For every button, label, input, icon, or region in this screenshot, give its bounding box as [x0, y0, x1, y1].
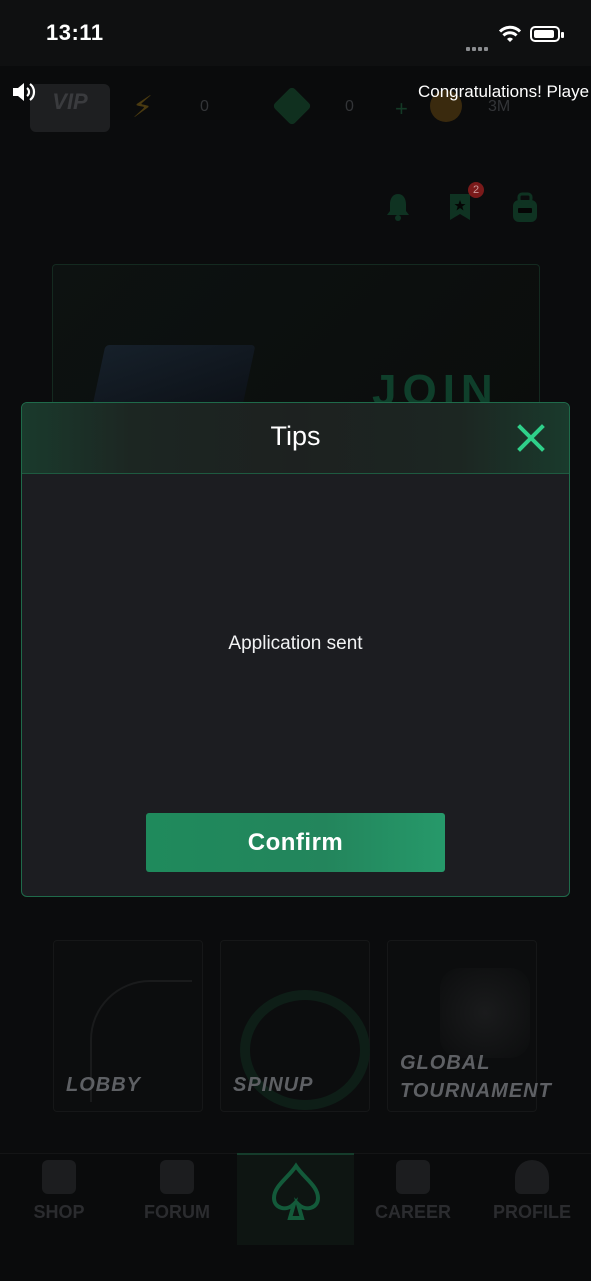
bag-icon[interactable] [510, 192, 540, 224]
tournament-label-line2: TOURNAMENT [400, 1080, 552, 1102]
wifi-icon [498, 24, 522, 49]
nav-profile[interactable]: PROFILE [473, 1160, 591, 1230]
lobby-label: LOBBY [66, 1074, 141, 1096]
notification-badge: 2 [468, 182, 484, 198]
nav-shop[interactable]: SHOP [0, 1160, 118, 1230]
gem-count: 0 [345, 98, 354, 115]
dialog-message: Application sent [228, 633, 363, 654]
nav-forum-label: FORUM [144, 1202, 210, 1222]
forum-cards-icon [160, 1160, 194, 1194]
energy-icon: ⚡ [132, 91, 154, 124]
nav-career-label: CAREER [374, 1202, 451, 1222]
tips-dialog: Tips Application sent Confirm [21, 402, 570, 897]
tournament-label-line1: GLOBAL [400, 1052, 491, 1074]
trophy-art [440, 968, 530, 1058]
bell-icon[interactable] [384, 192, 412, 222]
nav-career[interactable]: CAREER [354, 1160, 472, 1230]
vip-badge[interactable]: VIP [30, 84, 110, 132]
nav-profile-label: PROFILE [492, 1202, 571, 1222]
close-button[interactable] [512, 419, 550, 457]
announcement-marquee: Congratulations! Playe [418, 82, 590, 101]
cart-icon [42, 1160, 76, 1194]
bar-chart-icon [396, 1160, 430, 1194]
close-icon [517, 424, 545, 452]
missions-icon[interactable] [448, 192, 472, 222]
nav-shop-label: SHOP [33, 1202, 85, 1222]
add-gem-button[interactable]: + [395, 96, 408, 122]
confirm-button[interactable]: Confirm [146, 813, 445, 872]
speaker-icon[interactable] [10, 78, 38, 111]
nav-forum[interactable]: FORUM [118, 1160, 236, 1230]
battery-icon [530, 26, 564, 42]
spinup-label: SPINUP [233, 1074, 314, 1096]
energy-count: 0 [200, 98, 209, 115]
spade-icon [268, 1162, 324, 1222]
signal-icon [466, 38, 492, 51]
dialog-title: Tips [270, 421, 321, 451]
status-time: 13:11 [46, 20, 104, 45]
user-icon [515, 1160, 549, 1194]
